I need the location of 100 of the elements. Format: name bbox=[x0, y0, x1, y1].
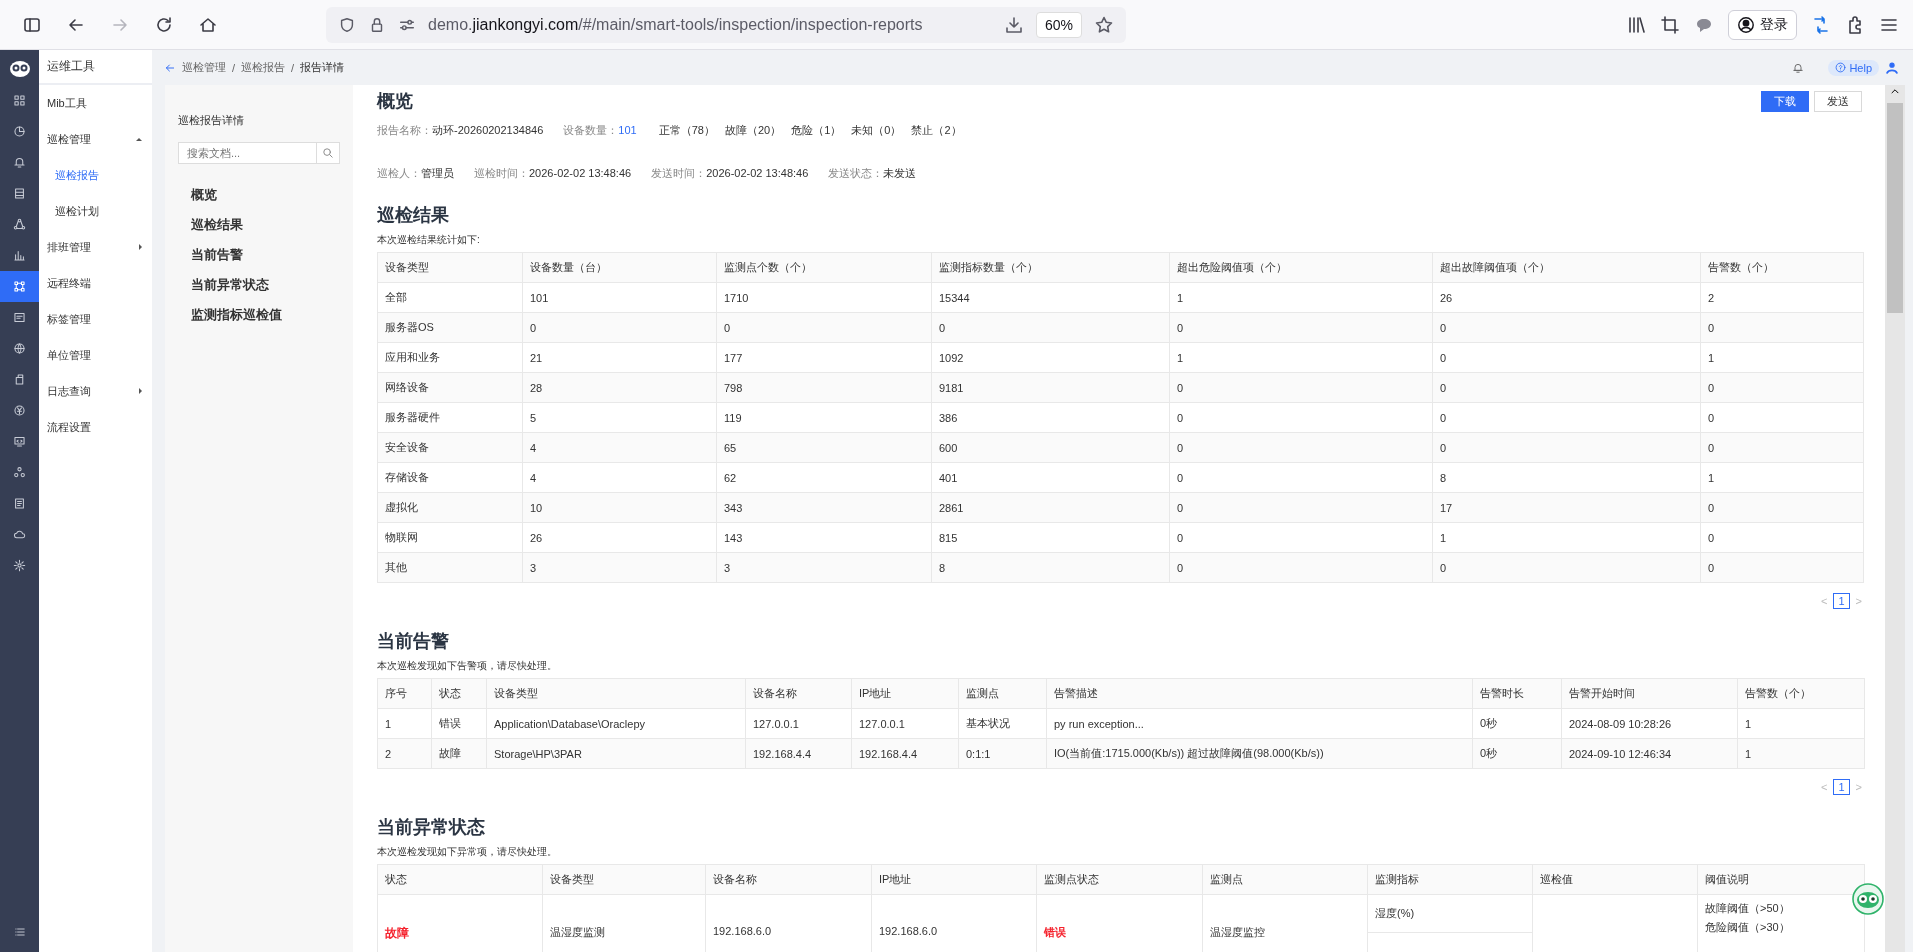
breadcrumb-item[interactable]: 巡检管理 bbox=[182, 60, 226, 75]
table-cell: 0 bbox=[1700, 552, 1864, 583]
box-icon bbox=[13, 373, 26, 386]
table-cell: py run exception... bbox=[1046, 708, 1473, 739]
table-cell: 温湿度监控 bbox=[1202, 894, 1368, 952]
zoom-level[interactable]: 60% bbox=[1035, 11, 1082, 38]
nav-item[interactable]: 流程设置 bbox=[39, 409, 152, 445]
column-header: 状态 bbox=[431, 678, 487, 709]
coin-icon bbox=[13, 404, 26, 417]
section-heading: 当前异常状态 bbox=[377, 816, 486, 839]
table-cell: 1710 bbox=[716, 282, 932, 313]
scroll-thumb[interactable] bbox=[1887, 103, 1903, 313]
nav-item[interactable]: 标签管理 bbox=[39, 301, 152, 337]
back-arrow-icon[interactable] bbox=[164, 61, 176, 74]
section-note: 本次巡检发现如下告警项，请尽快处理。 bbox=[377, 659, 558, 673]
cluster-icon bbox=[13, 466, 26, 479]
nav-item[interactable]: 单位管理 bbox=[39, 337, 152, 373]
table-cell: 0:1:1 bbox=[958, 738, 1047, 769]
field-label: 设备数量：101 bbox=[563, 123, 637, 138]
sync-icon[interactable] bbox=[1811, 14, 1831, 35]
status-text: 故障 bbox=[385, 926, 409, 940]
cycle-icon bbox=[13, 218, 26, 231]
table-cell: 192.168.6.0 bbox=[871, 894, 1037, 952]
bell-icon[interactable] bbox=[1792, 61, 1805, 74]
table-cell: Application\Database\Oraclepy bbox=[486, 708, 746, 739]
document-icon bbox=[13, 497, 26, 510]
column-header: 监测指标数量（个） bbox=[931, 252, 1170, 283]
section-note: 本次巡检结果统计如下: bbox=[377, 233, 481, 247]
address-bar[interactable]: demo.jiankongyi.com/#/main/smart-tools/inspection/inspection-reports 60% bbox=[326, 6, 1126, 43]
search-field[interactable]: 搜索文档... bbox=[178, 142, 317, 164]
status-text: 错误 bbox=[1044, 926, 1066, 938]
help-button[interactable]: Help bbox=[1828, 59, 1879, 76]
table-cell: 温湿度监测 bbox=[542, 894, 706, 952]
page-button[interactable]: 1 bbox=[1833, 593, 1850, 609]
nav-item[interactable]: Mib工具 bbox=[39, 85, 152, 121]
table-cell: 0 bbox=[1169, 372, 1433, 403]
table-cell: 143 bbox=[716, 522, 932, 553]
search-icon[interactable] bbox=[322, 147, 334, 159]
column-header: 巡检值 bbox=[1532, 864, 1698, 895]
table-cell: 0 bbox=[931, 312, 1170, 343]
rail-item[interactable] bbox=[0, 271, 39, 302]
avatar-icon[interactable] bbox=[1885, 60, 1899, 75]
table-cell: 17 bbox=[1432, 492, 1701, 523]
breadcrumb-item[interactable]: 巡检报告 bbox=[241, 60, 286, 75]
table-cell: 故障 bbox=[431, 738, 487, 769]
table-cell: 65 bbox=[716, 432, 932, 463]
doc-nav-link[interactable]: 概览 bbox=[178, 180, 340, 210]
table-cell: 服务器硬件 bbox=[377, 402, 523, 433]
download-icon[interactable] bbox=[1003, 14, 1024, 35]
page-button[interactable]: 1 bbox=[1833, 779, 1850, 795]
nav-subitem[interactable]: 巡检报告 bbox=[39, 157, 152, 193]
reload-icon[interactable] bbox=[154, 14, 174, 35]
table-cell: 基本状况 bbox=[958, 708, 1047, 739]
table-cell: 0 bbox=[1432, 312, 1701, 343]
nav-subitem[interactable]: 巡检计划 bbox=[39, 193, 152, 229]
table-cell: 0 bbox=[1432, 372, 1701, 403]
scrollbar[interactable] bbox=[1885, 85, 1905, 952]
column-header: 告警描述 bbox=[1046, 678, 1473, 709]
star-icon[interactable] bbox=[1094, 14, 1114, 35]
table-cell: 1092 bbox=[931, 342, 1170, 373]
table-cell: 401 bbox=[931, 462, 1170, 493]
nav-item[interactable]: 排班管理 bbox=[39, 229, 152, 265]
column-header: 告警开始时间 bbox=[1561, 678, 1738, 709]
nav-item[interactable]: 远程终端 bbox=[39, 265, 152, 301]
table-cell: 3 bbox=[522, 552, 717, 583]
robot-icon[interactable] bbox=[1852, 883, 1884, 915]
nav-item[interactable]: 巡检管理 bbox=[39, 121, 152, 157]
crop-icon[interactable] bbox=[1660, 14, 1680, 35]
status-count: 未知（0） bbox=[851, 123, 902, 138]
doc-nav-link[interactable]: 巡检结果 bbox=[178, 210, 340, 240]
section-note: 本次巡检发现如下异常项，请尽快处理。 bbox=[377, 845, 558, 859]
column-header: 设备类型 bbox=[377, 252, 523, 283]
table-cell: 1 bbox=[1700, 462, 1864, 493]
table-cell: 192.168.4.4 bbox=[745, 738, 852, 769]
doc-nav-link[interactable]: 监测指标巡检值 bbox=[178, 300, 340, 330]
send-button[interactable]: 发送 bbox=[1814, 91, 1862, 112]
field-label: 报告名称：动环-20260202134846 bbox=[377, 123, 544, 138]
help-icon bbox=[1835, 62, 1847, 73]
nav-item[interactable]: 日志查询 bbox=[39, 373, 152, 409]
login-button[interactable]: 登录 bbox=[1728, 9, 1797, 40]
list-icon[interactable] bbox=[13, 926, 26, 938]
table-cell: 2024-09-10 12:46:34 bbox=[1561, 738, 1738, 769]
globe-icon bbox=[13, 342, 26, 355]
table-cell: 全部 bbox=[377, 282, 523, 313]
table-cell: 0 bbox=[1169, 552, 1433, 583]
column-header: 超出故障阈值项（个） bbox=[1432, 252, 1701, 283]
grid-icon bbox=[13, 94, 26, 107]
section-heading: 概览 bbox=[377, 90, 413, 113]
column-header: 设备名称 bbox=[745, 678, 852, 709]
column-header: 设备名称 bbox=[705, 864, 872, 895]
table-cell: 1 bbox=[377, 708, 432, 739]
table-cell: 物联网 bbox=[377, 522, 523, 553]
doc-nav-link[interactable]: 当前告警 bbox=[178, 240, 340, 270]
library-icon[interactable] bbox=[1626, 14, 1646, 35]
doc-nav-link[interactable]: 当前异常状态 bbox=[178, 270, 340, 300]
table-cell: 0 bbox=[1169, 402, 1433, 433]
table-cell: 1 bbox=[1169, 342, 1433, 373]
download-button[interactable]: 下载 bbox=[1761, 91, 1809, 112]
table-cell: 其他 bbox=[377, 552, 523, 583]
status-count: 禁止（2） bbox=[911, 123, 962, 138]
